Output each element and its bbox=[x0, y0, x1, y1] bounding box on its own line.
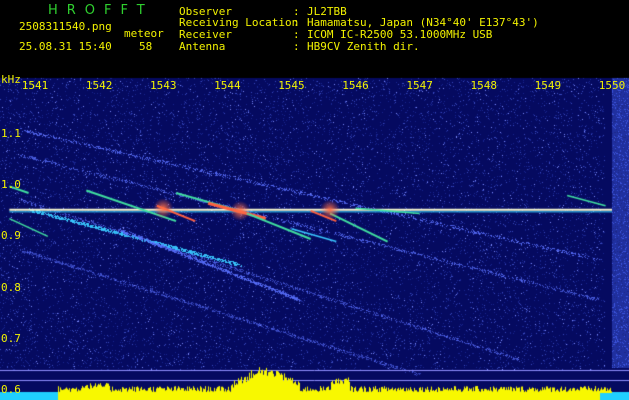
time-tick-label: 1547 bbox=[406, 79, 433, 92]
mode-label: meteor bbox=[124, 27, 164, 40]
time-tick-label: 1544 bbox=[214, 79, 241, 92]
time-tick-label: 1542 bbox=[85, 79, 113, 92]
time-tick-label: 1543 bbox=[149, 79, 177, 92]
frequency-tick-label: 0.9 bbox=[1, 229, 21, 243]
field-label: Antenna bbox=[179, 40, 226, 53]
filename: 2508311540.png bbox=[19, 20, 112, 33]
frequency-tick-label: 1.1 bbox=[1, 127, 21, 141]
time-tick-label: 1546 bbox=[342, 79, 369, 92]
time-tick-label: 1541 bbox=[21, 79, 49, 92]
frequency-tick-label: 0.8 bbox=[1, 280, 21, 294]
timestamp: 25.08.31 15:40 bbox=[19, 40, 112, 53]
frequency-tick-label: 0.7 bbox=[1, 331, 21, 345]
field-separator: : bbox=[293, 40, 300, 53]
field-value: HB9CV Zenith dir. bbox=[307, 40, 420, 53]
time-tick-label: 1545 bbox=[278, 79, 305, 92]
frequency-tick-label: 1.0 bbox=[1, 178, 21, 192]
field-antenna: Antenna : HB9CV Zenith dir. bbox=[179, 40, 420, 53]
frequency-tick-label: 0.6 bbox=[1, 382, 21, 396]
time-tick-label: 1549 bbox=[534, 79, 562, 92]
app-title: HROFFT bbox=[48, 3, 154, 18]
detection-count: 58 bbox=[139, 40, 153, 53]
spectrogram-display bbox=[0, 0, 629, 400]
time-tick-label: 1548 bbox=[470, 79, 498, 92]
frequency-unit-label: kHz bbox=[1, 73, 21, 86]
time-tick-label: 1550 bbox=[598, 79, 626, 92]
